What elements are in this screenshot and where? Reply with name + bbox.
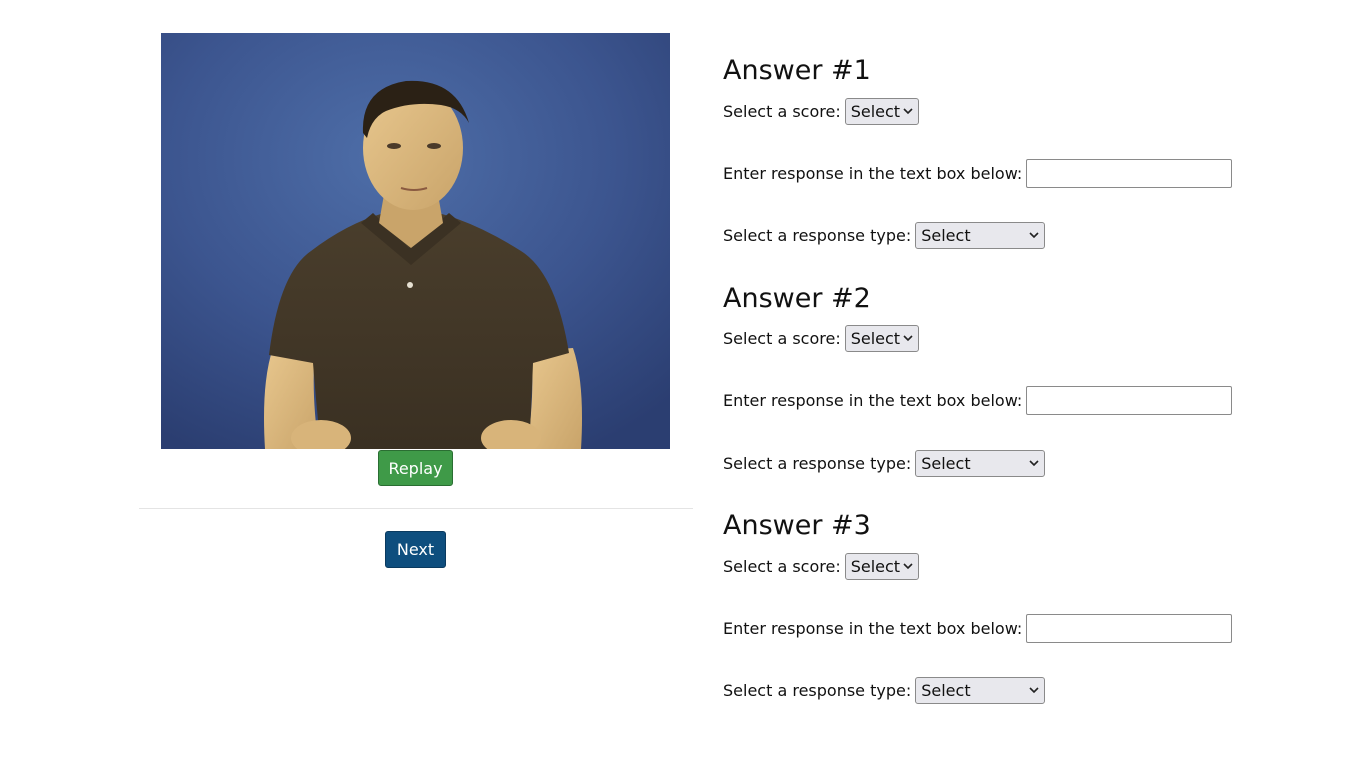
- response-type-select[interactable]: Select: [915, 221, 1046, 249]
- response-input[interactable]: [1026, 158, 1233, 188]
- type-label: Select a response type:: [723, 225, 912, 245]
- answer-heading: Answer #1: [723, 55, 871, 86]
- score-row: Select a score: Select: [723, 324, 919, 352]
- response-label: Enter response in the text box below:: [723, 163, 1023, 183]
- type-label: Select a response type:: [723, 453, 912, 473]
- chevron-down-icon: [903, 333, 913, 343]
- score-label: Select a score:: [723, 556, 841, 576]
- type-row: Select a response type: Select: [723, 676, 1046, 704]
- response-input[interactable]: [1026, 613, 1233, 643]
- response-type-select[interactable]: Select: [915, 676, 1046, 704]
- response-input[interactable]: [1026, 385, 1233, 415]
- divider: [139, 508, 693, 509]
- score-select-value: Select: [850, 328, 901, 348]
- score-select[interactable]: Select: [844, 324, 919, 352]
- score-select-value: Select: [850, 101, 901, 121]
- score-label: Select a score:: [723, 101, 841, 121]
- answer-heading: Answer #3: [723, 510, 871, 541]
- score-select[interactable]: Select: [844, 552, 919, 580]
- chevron-down-icon: [1029, 685, 1039, 695]
- type-select-value: Select: [921, 453, 971, 473]
- replay-button[interactable]: Replay: [378, 450, 453, 486]
- signer-video-frame: [161, 33, 670, 449]
- answer-heading: Answer #2: [723, 283, 871, 314]
- score-row: Select a score: Select: [723, 552, 919, 580]
- response-type-select[interactable]: Select: [915, 449, 1046, 477]
- chevron-down-icon: [903, 106, 913, 116]
- chevron-down-icon: [1029, 458, 1039, 468]
- score-select[interactable]: Select: [844, 97, 919, 125]
- score-label: Select a score:: [723, 328, 841, 348]
- answers-panel: Answer #1 Select a score: Select Enter r…: [723, 0, 1283, 779]
- response-row: Enter response in the text box below:: [723, 613, 1233, 643]
- response-label: Enter response in the text box below:: [723, 618, 1023, 638]
- video-player[interactable]: [161, 33, 670, 449]
- type-select-value: Select: [921, 680, 971, 700]
- type-label: Select a response type:: [723, 680, 912, 700]
- type-row: Select a response type: Select: [723, 449, 1046, 477]
- type-row: Select a response type: Select: [723, 221, 1046, 249]
- score-select-value: Select: [850, 556, 901, 576]
- video-panel: Replay Next: [139, 0, 693, 779]
- type-select-value: Select: [921, 225, 971, 245]
- response-row: Enter response in the text box below:: [723, 158, 1233, 188]
- next-button[interactable]: Next: [385, 531, 446, 568]
- chevron-down-icon: [903, 561, 913, 571]
- response-label: Enter response in the text box below:: [723, 390, 1023, 410]
- score-row: Select a score: Select: [723, 97, 919, 125]
- response-row: Enter response in the text box below:: [723, 385, 1233, 415]
- chevron-down-icon: [1029, 230, 1039, 240]
